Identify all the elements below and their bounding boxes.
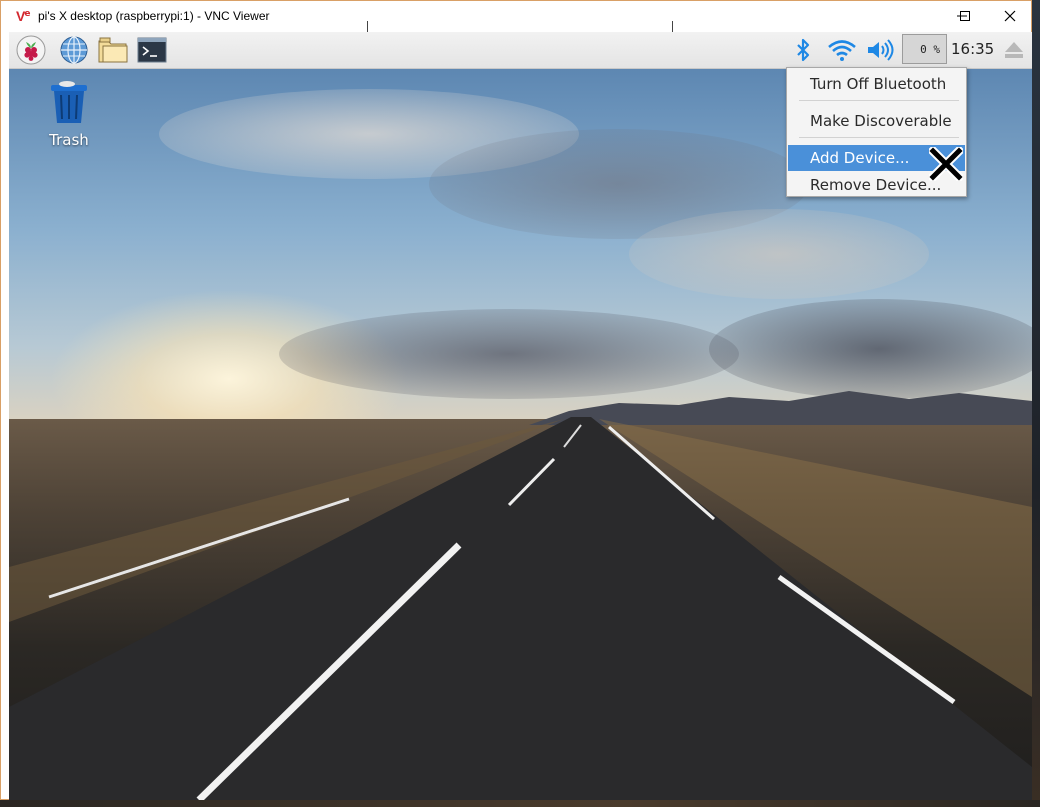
menu-item-make-discoverable[interactable]: Make Discoverable bbox=[788, 108, 965, 134]
volume-tray-button[interactable] bbox=[865, 36, 895, 64]
cloud bbox=[629, 209, 929, 299]
menu-separator bbox=[799, 137, 959, 138]
vnc-logo-e: e bbox=[24, 9, 31, 19]
bluetooth-menu: Turn Off Bluetooth Make Discoverable Add… bbox=[786, 67, 967, 197]
clock[interactable]: 16:35 bbox=[951, 40, 994, 58]
eject-tray-button[interactable] bbox=[1002, 36, 1026, 64]
cpu-usage-monitor[interactable]: 0 % bbox=[902, 34, 947, 64]
menu-item-turn-off-bluetooth[interactable]: Turn Off Bluetooth bbox=[788, 71, 965, 97]
window-title: pi's X desktop (raspberrypi:1) - VNC Vie… bbox=[38, 9, 270, 23]
file-manager-icon bbox=[98, 37, 128, 63]
menu-item-add-device[interactable]: Add Device... bbox=[788, 145, 965, 171]
wifi-icon bbox=[828, 40, 856, 61]
volume-icon bbox=[868, 39, 894, 61]
file-manager-button[interactable] bbox=[97, 35, 129, 65]
raspberry-menu-icon bbox=[16, 35, 46, 65]
web-browser-button[interactable] bbox=[58, 35, 90, 65]
trash-icon bbox=[51, 81, 87, 123]
wifi-tray-button[interactable] bbox=[825, 36, 859, 64]
terminal-icon bbox=[137, 37, 167, 63]
bluetooth-tray-button[interactable] bbox=[793, 36, 813, 64]
maximize-icon bbox=[960, 11, 970, 21]
web-browser-icon bbox=[60, 36, 88, 64]
eject-icon bbox=[1005, 42, 1023, 58]
bluetooth-icon bbox=[797, 38, 810, 62]
terminal-button[interactable] bbox=[136, 35, 168, 65]
vnc-viewer-window: V e pi's X desktop (raspberrypi:1) - VNC… bbox=[0, 0, 1032, 800]
vnc-logo-icon: V e bbox=[16, 8, 34, 24]
road bbox=[9, 417, 1032, 800]
menu-item-remove-device[interactable]: Remove Device... bbox=[788, 172, 965, 198]
close-button[interactable] bbox=[987, 1, 1033, 31]
background-edge-bottom bbox=[0, 800, 1040, 807]
desktop-icon-trash[interactable]: Trash bbox=[39, 79, 99, 149]
background-edge-right bbox=[1032, 0, 1040, 807]
menu-separator bbox=[799, 100, 959, 101]
desktop-icon-label: Trash bbox=[49, 131, 89, 149]
raspberry-menu-button[interactable] bbox=[15, 35, 47, 65]
maximize-button[interactable] bbox=[942, 1, 988, 31]
taskbar-panel: 0 % 16:35 bbox=[9, 32, 1032, 69]
close-icon bbox=[1004, 10, 1016, 22]
